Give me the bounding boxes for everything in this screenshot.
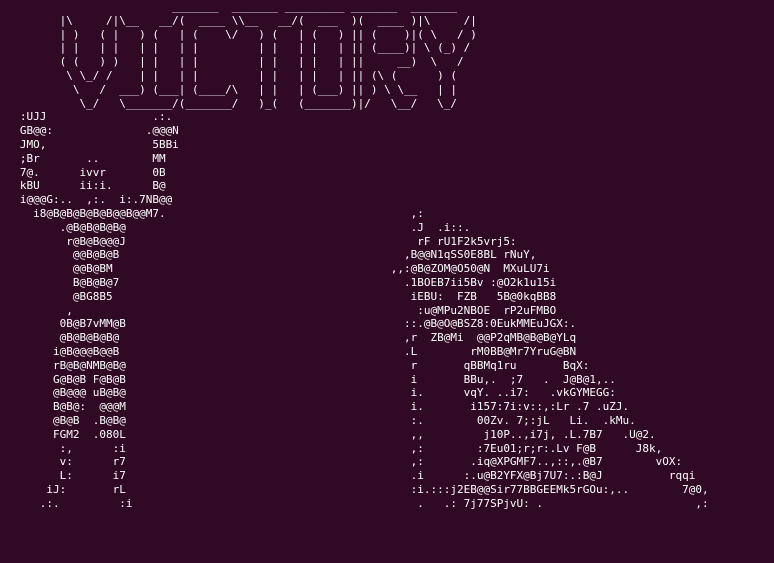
ascii-line: FGM2 .080L ,, j10P..,i7j, .L.7B7 .U@2. <box>0 427 656 441</box>
ascii-line: :, :i ,: :7Eu01;r;r:.Lv F@B J8k, <box>0 441 663 455</box>
ascii-line: 7@. ivvr 0B <box>0 165 166 179</box>
ascii-line: \ / ___) (___| (____/\ | | | (___) || ) … <box>0 82 477 96</box>
ascii-line: rB@B@NMB@B@ r qBBMq1ru BqX: <box>0 358 590 372</box>
ascii-line: iJ: rL :i.:::j2EB@@Sir77BBGEEMk5rGOu:,..… <box>0 482 709 496</box>
ascii-line: G@B@B F@B@B i BBu,. ;7 . J@B@1,.. <box>0 372 616 386</box>
ascii-line: GB@@: .@@@N <box>0 124 179 138</box>
ascii-line: ;Br .. MM <box>0 151 166 165</box>
ascii-line: r@B@B@@@J rF rU1F2k5vrj5: <box>0 234 517 248</box>
ascii-line: :UJJ .:. <box>0 110 173 124</box>
ascii-line: JMO, 5BBi <box>0 137 179 151</box>
ascii-line: @B@@@ uB@B@ i. vqY. ..i7: .vkGYMEGG: <box>0 386 616 400</box>
ascii-line: ( ( ) ) | | | | | | | | | || __) \ / <box>0 55 477 69</box>
ascii-art-output: _______ _______ _________ _______ ______… <box>0 0 709 510</box>
ascii-line: kBU ii:i. B@ <box>0 179 166 193</box>
ascii-line: i@@@G:.. ,:. i:.7NB@@ <box>0 193 173 207</box>
ascii-line: | ) ( | ) ( | ( \/ ) ( | ( ) || ( )|( \ … <box>0 27 477 41</box>
ascii-line: @@B@B@B ,B@@N1qSS0E8BL rNuY, <box>0 248 537 262</box>
ascii-line: @B@B@B@B@ ,r ZB@Mi @@P2qMB@B@B@YLq <box>0 331 577 345</box>
ascii-line: B@B@B@7 .1BOEB7ii5Bv :@O2k1u15i <box>0 275 557 289</box>
ascii-line: .:. :i . .: 7j77SPjvU: . ,: <box>0 496 709 510</box>
ascii-line: 0B@B7vMM@B ::.@B@O@BSZ8:0EukMMEuJGX:. <box>0 317 577 331</box>
ascii-line: @@B@BM ,,:@B@ZOM@O50@N MXuLU7i <box>0 262 550 276</box>
ascii-line: L: i7 .i :.u@B2YFX@Bj7U7:.:B@J rqqi <box>0 469 696 483</box>
ascii-line: | | | | | | | | | | | | | || (____)| \ (… <box>0 41 477 55</box>
ascii-line: i8@B@B@B@B@B@@B@@M7. ,: <box>0 206 424 220</box>
ascii-line: , :u@MPu2NBOE rP2uFMBO <box>0 303 557 317</box>
ascii-line: |\ /|\__ __/( ____ \\__ __/( ___ )( ____… <box>0 13 477 27</box>
ascii-line: v: r7 ,: .iq@XPGMF7..,::,.@B7 vOX: <box>0 455 683 469</box>
ascii-line: \_/ \_______/(_______/ )_( (_______)|/ \… <box>0 96 477 110</box>
ascii-line: @BG8B5 iEBU: FZB 5B@0kqBB8 <box>0 289 557 303</box>
ascii-line: .@B@B@B@B@ .J .i::. <box>0 220 471 234</box>
ascii-line: i@B@@@B@@B .L rM0BB@Mr7YruG@BN <box>0 344 577 358</box>
ascii-line: B@B@: @@@M i. i157:7i:v::,:Lr .7 .uZJ. <box>0 400 630 414</box>
ascii-line: @B@B .B@B@ :. 00Zv. 7;:jL Li. .kMu. <box>0 413 636 427</box>
ascii-line: \ \_/ / | | | | | | | | | || (\ ( ) ( <box>0 68 477 82</box>
ascii-line: _______ _______ _________ _______ ______… <box>0 0 524 13</box>
terminal-window[interactable]: _______ _______ _________ _______ ______… <box>0 0 774 563</box>
